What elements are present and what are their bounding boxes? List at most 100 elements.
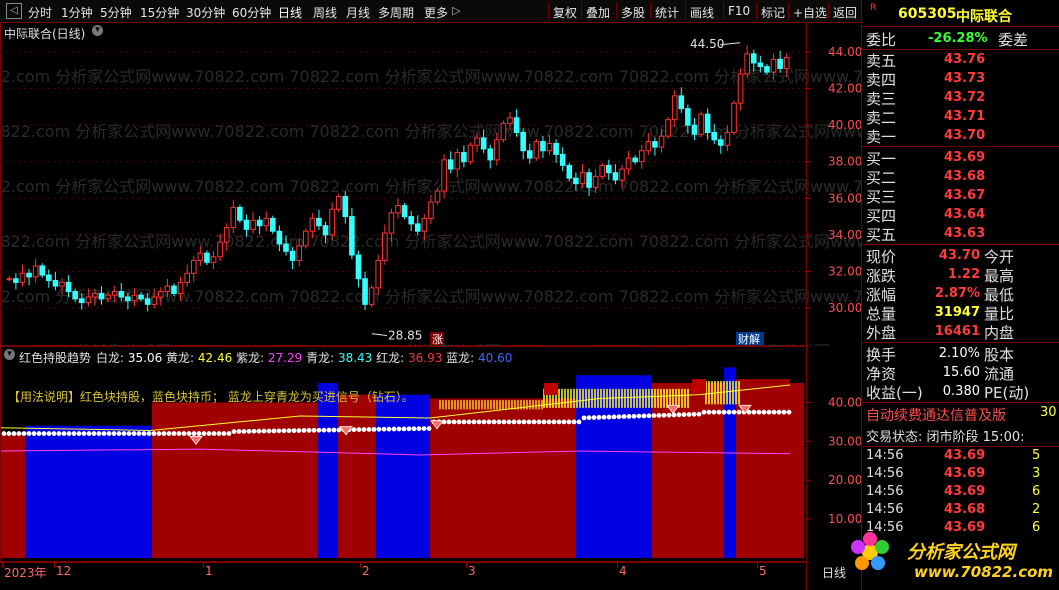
tab-10[interactable]: 更多: [424, 4, 448, 21]
candle-body: [329, 208, 335, 236]
tab-0[interactable]: 分时: [28, 4, 52, 21]
tab-8[interactable]: 月线: [346, 4, 370, 21]
candle-body: [382, 232, 388, 261]
collapse-icon[interactable]: ◁: [6, 3, 22, 19]
tick-vol: 6: [1032, 520, 1041, 535]
candle-body: [171, 285, 177, 294]
white-dot: [751, 409, 757, 415]
white-dot: [371, 426, 377, 432]
white-dot: [581, 415, 587, 421]
candle-body: [144, 298, 151, 305]
candle-body: [289, 250, 296, 261]
tab-2[interactable]: 5分钟: [100, 4, 132, 21]
white-dot: [136, 431, 142, 436]
candle-body: [678, 95, 685, 110]
white-dot: [11, 431, 17, 436]
candle-body: [487, 148, 494, 161]
candle-body: [671, 95, 678, 121]
toolbar-button-4[interactable]: 画线: [690, 4, 714, 21]
badge-caijie: 财解: [738, 332, 760, 346]
white-dot: [361, 427, 367, 432]
tab-1[interactable]: 1分钟: [61, 4, 93, 21]
candlestick-svg[interactable]: 70822.com 分析家公式网www.70822.com 70822.com …: [0, 22, 963, 361]
white-dot: [476, 419, 482, 425]
toolbar-button-8[interactable]: 返回: [833, 4, 857, 21]
candle-body: [296, 245, 302, 261]
date-axis: 2023年 12 1 2 3 4 5 日线: [0, 562, 861, 590]
ask-label: 卖四: [866, 71, 897, 89]
white-dot: [1, 431, 7, 436]
indicator-tick-label: 40.00: [828, 395, 861, 409]
tab-7[interactable]: 周线: [313, 4, 337, 21]
price-tick-label: 38.00: [828, 155, 861, 169]
tab-4[interactable]: 30分钟: [186, 4, 225, 21]
white-dot: [231, 429, 237, 434]
white-dot: [416, 426, 422, 432]
axis-tick: [617, 562, 618, 568]
white-dot: [421, 426, 427, 431]
white-dot: [676, 412, 682, 418]
toolbar-button-5[interactable]: F10: [728, 4, 750, 18]
candle-body: [111, 291, 118, 296]
white-dot: [61, 431, 67, 436]
white-dot: [211, 431, 217, 436]
candle-body: [19, 272, 26, 283]
indicator-value: 38.43: [334, 351, 377, 365]
candle-body: [467, 144, 474, 163]
white-dot: [141, 431, 147, 436]
price-tick-label: 34.00: [828, 228, 861, 242]
white-dot: [531, 419, 537, 425]
stat-label: 涨跌: [866, 267, 897, 285]
candle-body: [559, 153, 566, 166]
candle-body: [731, 102, 737, 133]
promo-link[interactable]: 自动续费通达信普及版: [866, 405, 1006, 425]
candle-body: [612, 172, 619, 181]
tab-6[interactable]: 日线: [278, 4, 302, 21]
white-dot: [81, 431, 87, 436]
toolbar-button-1[interactable]: 叠加: [586, 4, 610, 21]
white-dot: [726, 409, 732, 415]
toolbar-button-0[interactable]: 复权: [553, 4, 577, 21]
axis-tick: [466, 562, 467, 568]
logo-url: www.70822.com: [914, 563, 1054, 581]
white-dot: [156, 431, 162, 436]
indicator-options-icon[interactable]: ▾: [4, 349, 15, 360]
bid-price: 43.67: [944, 188, 986, 203]
candle-body: [26, 272, 32, 278]
more-arrow-icon[interactable]: ▷: [452, 4, 460, 17]
indicator-chart[interactable]: 40.00 30.00 20.00 10.00 ▾ 红色持股趋势 白龙: 35.06 …: [0, 346, 862, 562]
indicator-svg[interactable]: 40.00 30.00 20.00 10.00: [0, 346, 862, 562]
candle-body: [619, 168, 625, 181]
white-dot: [471, 419, 477, 425]
indicator-value: 40.60: [474, 351, 513, 365]
weibi-value: -26.28%: [928, 31, 988, 46]
white-dot: [66, 431, 72, 436]
white-dot: [196, 431, 202, 436]
stat2-value: 2.10%: [938, 346, 980, 361]
toolbar-button-2[interactable]: 多股: [621, 4, 645, 21]
chart-options-icon[interactable]: ▾: [92, 25, 103, 36]
indicator-value: 36.93: [404, 351, 447, 365]
stat-label: 外盘: [866, 324, 897, 342]
toolbar-button-6[interactable]: 标记: [761, 4, 785, 21]
white-dot: [786, 409, 792, 415]
candle-body: [414, 223, 421, 232]
price-tick-label: 42.00: [828, 82, 861, 96]
candle-body: [250, 219, 256, 230]
white-dot: [506, 419, 512, 425]
indicator-value-label: 紫龙:: [236, 351, 265, 365]
candlestick-chart[interactable]: 70822.com 分析家公式网www.70822.com 70822.com …: [0, 22, 963, 361]
logo-flower-icon: [848, 530, 892, 574]
tab-9[interactable]: 多周期: [378, 4, 414, 21]
toolbar-button-3[interactable]: 统计: [655, 4, 679, 21]
white-dot: [561, 419, 567, 425]
bid-price: 43.69: [944, 150, 986, 165]
tab-3[interactable]: 15分钟: [140, 4, 179, 21]
candle-body: [685, 108, 691, 126]
stock-code: 605305: [898, 6, 957, 22]
tab-5[interactable]: 60分钟: [232, 4, 271, 21]
toolbar-button-7[interactable]: +自选: [793, 4, 827, 21]
candle-body: [579, 172, 586, 185]
bid-label: 买三: [866, 188, 897, 206]
candle-body: [125, 296, 131, 302]
